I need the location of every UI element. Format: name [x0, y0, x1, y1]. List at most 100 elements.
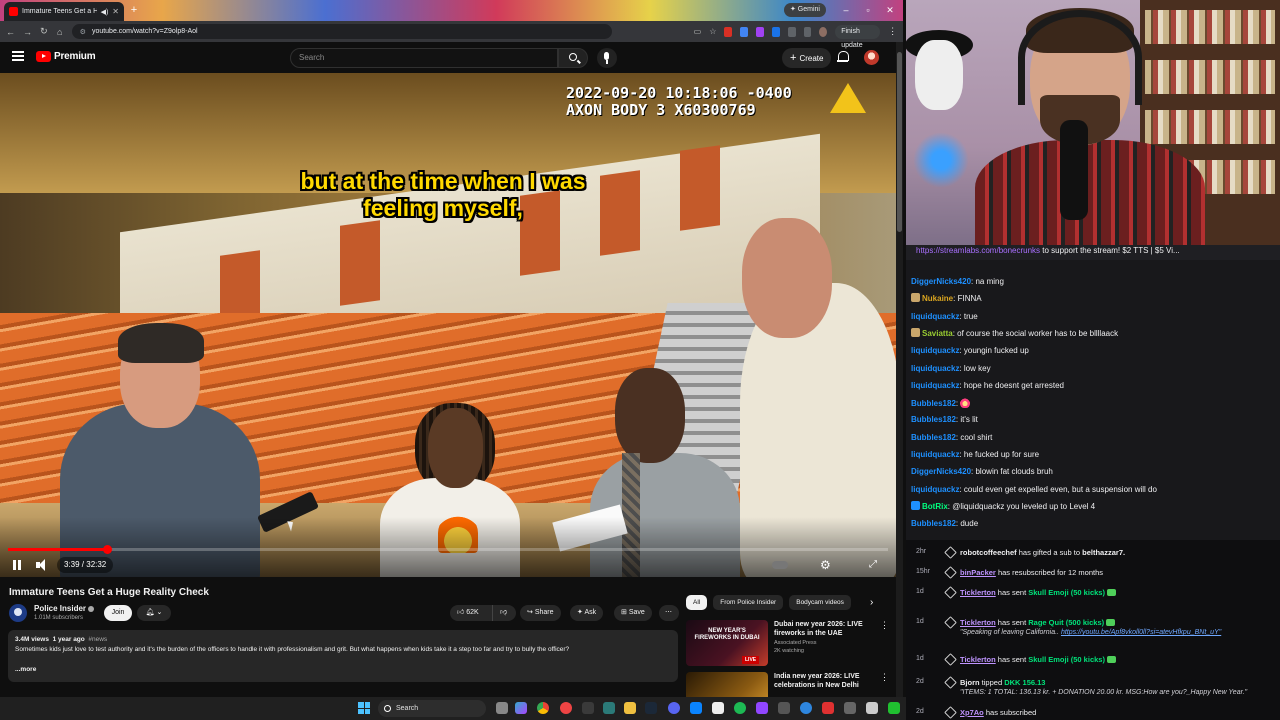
chat-username[interactable]: DiggerNicks420: [911, 277, 971, 286]
taskbar-search[interactable]: Search: [378, 700, 486, 717]
chat-username[interactable]: Bubbles182: [911, 519, 956, 528]
browser-menu-icon[interactable]: ⋮: [888, 26, 897, 37]
app-icon[interactable]: [560, 702, 572, 714]
video-player[interactable]: 2022-09-20 10:18:06 -0400 AXON BODY 3 X6…: [0, 73, 896, 577]
chrome-icon[interactable]: [537, 702, 549, 714]
file-explorer-icon[interactable]: [624, 702, 636, 714]
address-bar[interactable]: ⚙ youtube.com/watch?v=Z9olp8-Aol: [71, 24, 612, 39]
recommendation-item[interactable]: NEW YEAR'S FIREWORKS IN DUBAI LIVE Dubai…: [686, 620, 896, 670]
chat-username[interactable]: liquidquackz: [911, 450, 959, 459]
recommendation-channel[interactable]: Associated Press: [774, 640, 817, 646]
show-more-link[interactable]: ...more: [15, 665, 671, 675]
site-info-icon[interactable]: ⚙: [80, 28, 86, 36]
channel-name[interactable]: Police Insider: [34, 604, 95, 613]
install-icon[interactable]: ▭: [694, 27, 702, 36]
hashtag-link[interactable]: #news: [88, 636, 107, 643]
chat-username[interactable]: Bubbles182: [911, 399, 956, 408]
tab-youtube[interactable]: Immature Teens Get a Huge ◀) ✕: [4, 2, 124, 21]
extension-icon[interactable]: [771, 26, 780, 37]
dislike-button[interactable]: 👎︎: [492, 605, 516, 621]
extension-icon[interactable]: [724, 26, 733, 37]
gemini-button[interactable]: ✦ Gemini: [784, 3, 826, 17]
event-username[interactable]: binPacker: [960, 568, 996, 577]
voice-search-icon[interactable]: [597, 48, 617, 68]
chat-username[interactable]: Nukaine: [922, 294, 953, 303]
home-icon[interactable]: ⌂: [56, 27, 64, 37]
ask-button[interactable]: ✦ Ask: [570, 605, 604, 621]
description-box[interactable]: 3.4M views 1 year ago #news Sometimes ki…: [8, 630, 678, 682]
chat-username[interactable]: Bubbles182: [911, 433, 956, 442]
extension-icon[interactable]: [756, 26, 764, 37]
task-view-icon[interactable]: [496, 702, 508, 714]
forward-icon[interactable]: →: [23, 27, 32, 37]
event-message-link[interactable]: https://youtu.be/Apf8vkoll0ll?si=atevHfk…: [1061, 629, 1221, 636]
chat-username[interactable]: liquidquackz: [911, 346, 959, 355]
event-username[interactable]: Ticklerton: [960, 588, 996, 597]
event-username[interactable]: robotcoffeechef: [960, 548, 1017, 557]
share-button[interactable]: ↪ Share: [520, 605, 561, 621]
spotify-icon[interactable]: [734, 702, 746, 714]
settings-gear-icon[interactable]: ⚙: [820, 557, 831, 573]
extensions-puzzle-icon[interactable]: [803, 26, 812, 37]
profile-avatar-icon[interactable]: [819, 26, 828, 37]
close-window-icon[interactable]: ✕: [882, 3, 898, 17]
scrollbar-thumb[interactable]: [897, 52, 902, 232]
app-icon[interactable]: [756, 702, 768, 714]
close-tab-icon[interactable]: ✕: [112, 7, 119, 16]
bookmark-star-icon[interactable]: ☆: [709, 27, 716, 36]
steam-icon[interactable]: [645, 702, 657, 714]
chat-username[interactable]: BotRix: [922, 502, 948, 511]
chat-username[interactable]: liquidquackz: [911, 312, 959, 321]
app-icon[interactable]: [844, 702, 856, 714]
streamlabs-link[interactable]: https://streamlabs.com/bonecrunks: [916, 246, 1040, 255]
search-button[interactable]: [558, 48, 588, 68]
app-icon[interactable]: [778, 702, 790, 714]
chevron-right-icon[interactable]: ›: [870, 597, 873, 608]
reload-icon[interactable]: ↻: [40, 26, 48, 37]
app-icon[interactable]: [603, 702, 615, 714]
chat-username[interactable]: Bubbles182: [911, 415, 956, 424]
discord-icon[interactable]: [668, 702, 680, 714]
save-button[interactable]: ⊞ Save: [614, 605, 652, 621]
minimize-icon[interactable]: –: [838, 3, 854, 17]
chat-username[interactable]: liquidquackz: [911, 364, 959, 373]
new-tab-button[interactable]: +: [128, 4, 140, 16]
chat-username[interactable]: Saviatta: [922, 329, 953, 338]
scrubber-handle[interactable]: [102, 545, 112, 554]
chat-username[interactable]: DiggerNicks420: [911, 467, 971, 476]
extension-icon[interactable]: [787, 26, 796, 37]
maximize-icon[interactable]: ▫: [860, 3, 876, 17]
app-icon[interactable]: [712, 702, 724, 714]
fullscreen-icon[interactable]: ⤢: [869, 557, 877, 573]
chat-username[interactable]: liquidquackz: [911, 485, 959, 494]
app-icon[interactable]: [800, 702, 812, 714]
account-avatar[interactable]: [864, 50, 879, 65]
recommendation-title[interactable]: India new year 2026: LIVE celebrations i…: [774, 672, 874, 690]
like-button[interactable]: 👍︎ 62K: [450, 605, 492, 621]
pause-button[interactable]: [11, 557, 23, 573]
copilot-icon[interactable]: [515, 702, 527, 714]
subscription-bell-button[interactable]: 🔔︎ ⌄: [137, 605, 171, 621]
event-username[interactable]: Bjorn: [960, 678, 980, 687]
recommendation-menu-icon[interactable]: ⋮: [880, 672, 889, 683]
app-icon[interactable]: [690, 702, 702, 714]
app-icon[interactable]: [582, 702, 594, 714]
event-username[interactable]: Ticklerton: [960, 655, 996, 664]
create-button[interactable]: + Create: [782, 48, 832, 68]
youtube-logo[interactable]: Premium: [36, 51, 96, 62]
search-input[interactable]: Search: [290, 48, 558, 68]
recommendation-menu-icon[interactable]: ⋮: [880, 620, 889, 631]
page-scrollbar[interactable]: [896, 42, 903, 697]
join-button[interactable]: Join: [104, 605, 132, 621]
chat-username[interactable]: liquidquackz: [911, 381, 959, 390]
channel-avatar[interactable]: [9, 604, 27, 622]
recommendation-thumbnail[interactable]: [686, 672, 768, 697]
extension-icon[interactable]: [740, 26, 749, 37]
back-icon[interactable]: ←: [6, 27, 15, 37]
menu-icon[interactable]: [12, 51, 24, 61]
event-username[interactable]: Ticklerton: [960, 618, 996, 627]
speaker-icon[interactable]: ◀): [101, 8, 109, 16]
windows-start-icon[interactable]: [358, 702, 370, 714]
finish-update-button[interactable]: Finish update: [835, 24, 881, 49]
chip-from-channel[interactable]: From Police Insider: [713, 595, 784, 610]
